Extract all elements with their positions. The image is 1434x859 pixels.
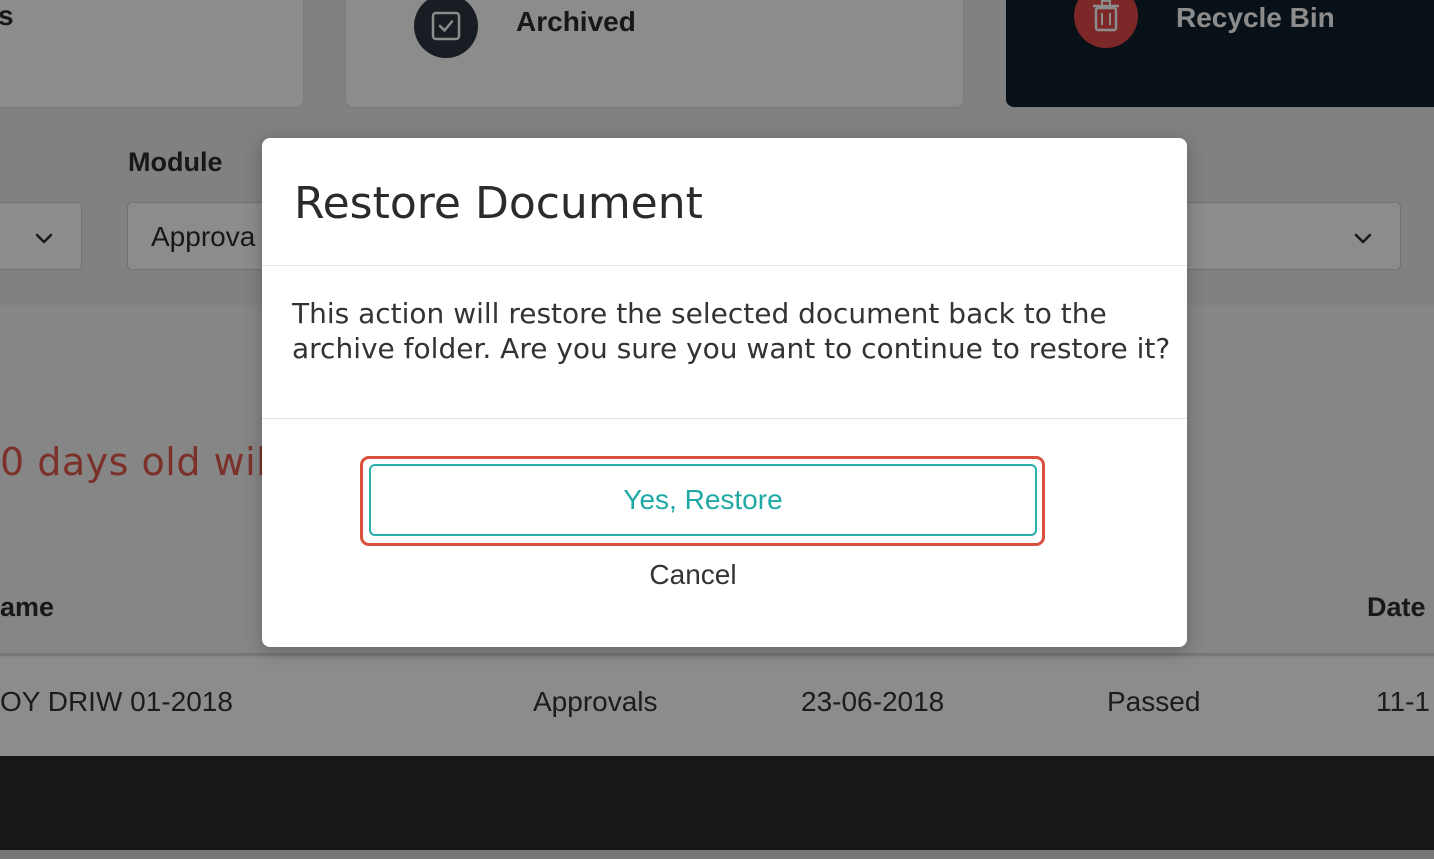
dialog-footer: Yes, Restore Cancel <box>262 419 1187 647</box>
dialog-message: This action will restore the selected do… <box>292 297 1171 365</box>
cancel-button[interactable]: Cancel <box>598 555 788 595</box>
dialog-title: Restore Document <box>294 178 703 229</box>
page: ents Archived Recycle Bin <box>0 0 1434 859</box>
dialog-header: Restore Document <box>262 138 1187 266</box>
restore-document-dialog: Restore Document This action will restor… <box>262 138 1187 647</box>
dialog-body: This action will restore the selected do… <box>262 266 1187 419</box>
yes-restore-button[interactable]: Yes, Restore <box>369 464 1037 536</box>
